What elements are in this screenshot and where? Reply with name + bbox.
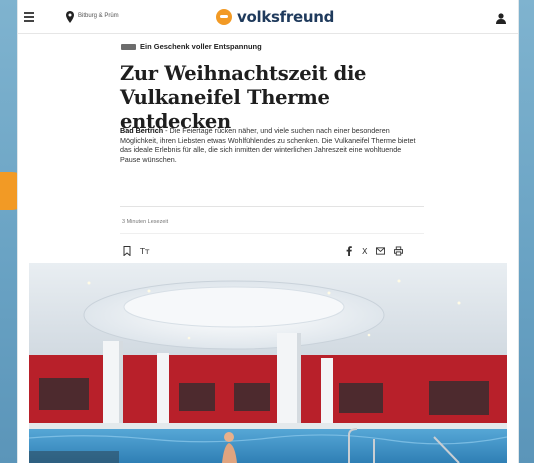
print-icon[interactable] xyxy=(394,246,404,256)
region-selector[interactable]: Bitburg & Prüm xyxy=(78,13,119,19)
user-icon[interactable] xyxy=(496,11,506,24)
logo-text: volksfreund xyxy=(237,8,335,26)
bookmark-icon[interactable] xyxy=(122,246,131,256)
x-icon[interactable]: X xyxy=(362,247,367,256)
article-headline: Zur Weihnachtszeit die Vulkaneifel Therm… xyxy=(120,62,367,133)
top-navigation-bar: Bitburg & Prüm volksfreund xyxy=(18,0,518,34)
article-tools-left: Tт xyxy=(122,246,150,256)
read-time: 3 Minuten Lesezeit xyxy=(122,219,169,225)
site-logo[interactable]: volksfreund xyxy=(216,7,334,27)
kicker-text: Ein Geschenk voller Entspannung xyxy=(140,42,262,51)
menu-icon[interactable] xyxy=(24,12,38,22)
teaser-location: Bad Bertrich xyxy=(120,126,164,135)
article-teaser: Bad Bertrich - Die Feiertage rücken nähe… xyxy=(120,126,420,164)
facebook-icon[interactable] xyxy=(344,246,353,256)
divider xyxy=(120,233,424,234)
article-photo xyxy=(29,263,507,463)
logo-mark-icon xyxy=(216,9,232,25)
divider xyxy=(120,206,424,207)
article-kicker: Ein Geschenk voller Entspannung xyxy=(121,42,262,51)
share-tools: X xyxy=(344,246,404,256)
text-size-button[interactable]: Tт xyxy=(140,247,150,256)
article-page: Bitburg & Prüm volksfreund Ein Geschenk … xyxy=(18,0,518,463)
mail-icon[interactable] xyxy=(376,246,386,256)
kicker-badge xyxy=(121,43,136,50)
teaser-body: - Die Feiertage rücken näher, und viele … xyxy=(120,126,416,164)
location-pin-icon[interactable] xyxy=(66,10,74,23)
